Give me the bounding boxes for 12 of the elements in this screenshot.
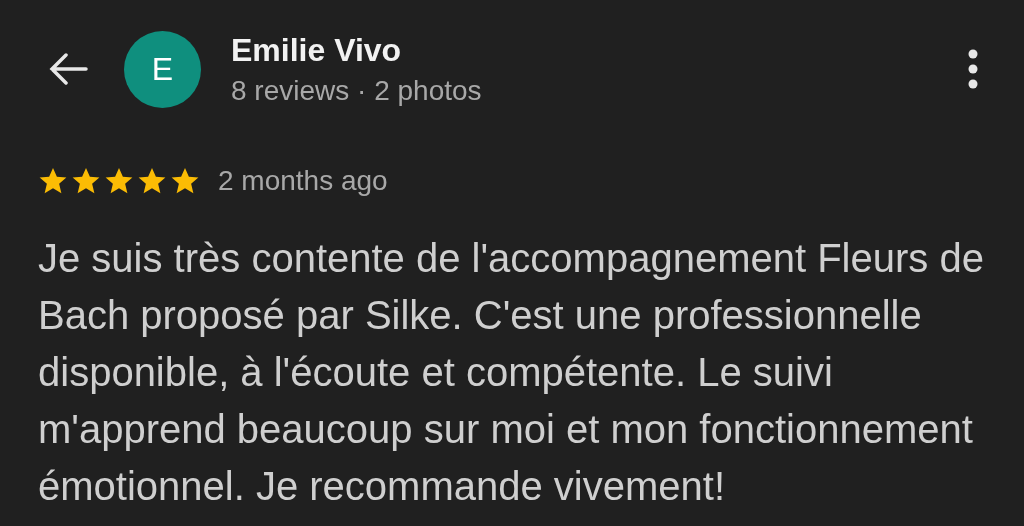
- star-icon: [104, 166, 134, 196]
- review-text: Je suis très contente de l'accompagnement Fleurs de Bach proposé par Silke. C'est une professionnelle disponible, à l'écoute et compétente. Le suivi m'apprend beaucoup sur moi et mon fonctionnement émotionnel. Je recommande vivement!: [38, 235, 985, 510]
- star-icon: [137, 166, 167, 196]
- star-icon: [38, 166, 68, 196]
- back-arrow-icon[interactable]: [48, 53, 88, 85]
- star-icon: [71, 166, 101, 196]
- reviewer-name: Emilie Vivo: [231, 31, 403, 69]
- review-time: 2 months ago: [218, 165, 388, 197]
- more-menu-icon[interactable]: [968, 49, 978, 89]
- avatar: E: [124, 30, 201, 108]
- reviewer-stats: 8 reviews · 2 photos: [231, 74, 483, 107]
- star-icon: [170, 166, 200, 196]
